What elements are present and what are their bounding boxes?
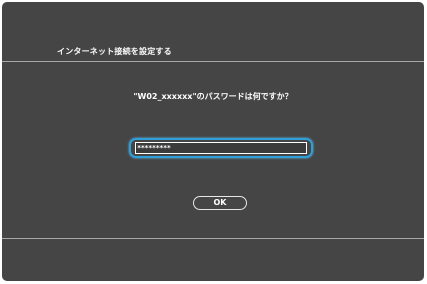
footer-divider — [2, 238, 424, 239]
settings-screen: インターネット接続を設定する "W02_xxxxxx"のパスワードは何ですか？ … — [2, 2, 424, 281]
password-input[interactable]: ********* — [135, 142, 307, 154]
header-divider — [2, 61, 424, 62]
password-prompt: "W02_xxxxxx"のパスワードは何ですか？ — [133, 92, 293, 101]
page-title: インターネット接続を設定する — [57, 47, 172, 56]
ok-button[interactable]: OK — [193, 196, 247, 210]
